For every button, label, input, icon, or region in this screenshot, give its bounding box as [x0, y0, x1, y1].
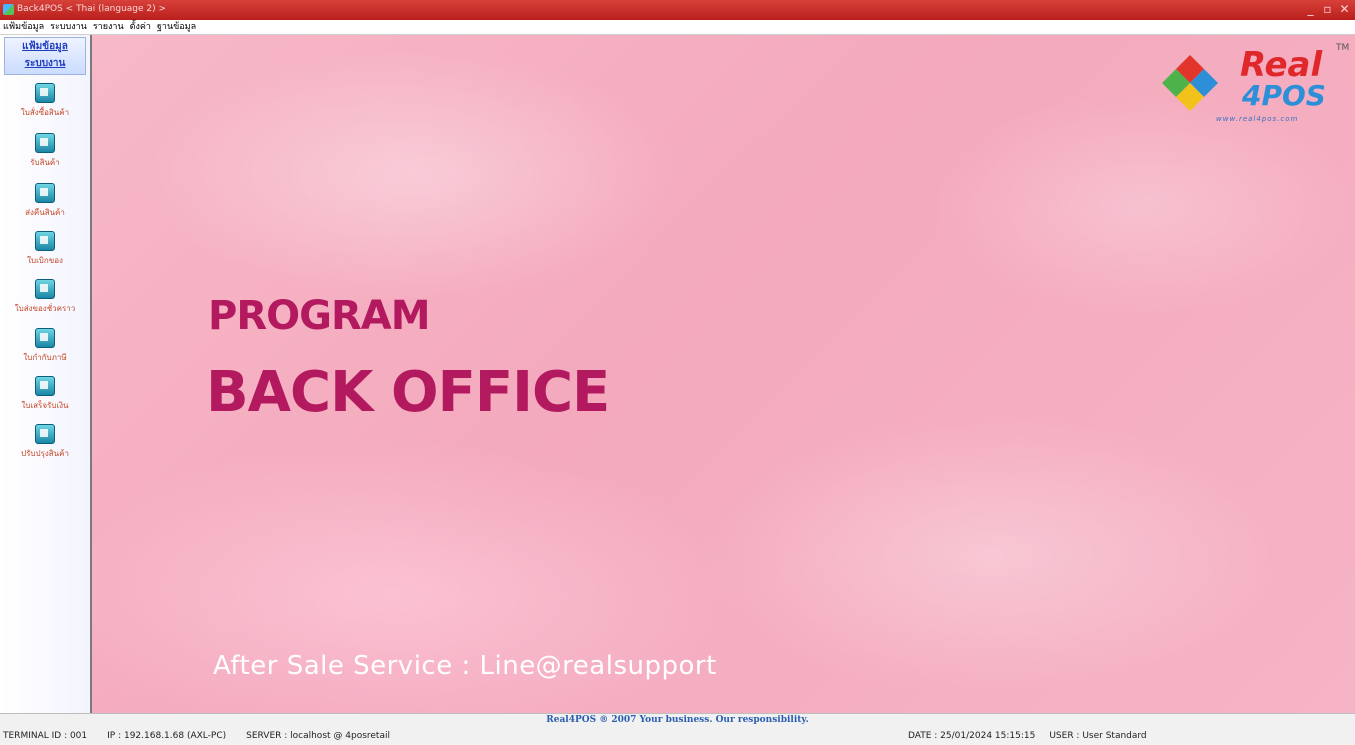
- close-icon[interactable]: ✕: [1338, 3, 1351, 16]
- menu-report[interactable]: รายงาน: [90, 20, 127, 34]
- menu-settings[interactable]: ตั้งค่า: [127, 20, 154, 34]
- menu-system[interactable]: ระบบงาน: [47, 20, 90, 34]
- requisition-icon: [35, 231, 55, 251]
- delivery-person-icon: [35, 279, 55, 299]
- sidebar-item-label: ปรับปรุงสินค้า: [21, 449, 69, 458]
- status-copyright: Real4POS ® 2007 Your business. Our respo…: [546, 715, 809, 725]
- title-bar: Back4POS < Thai (language 2) > _ ▫ ✕: [0, 0, 1355, 20]
- sidebar: แฟ้มข้อมูล ระบบงาน ใบสั่งซื้อสินค้า รับส…: [0, 35, 92, 713]
- sidebar-item-label: ใบส่งของชั่วคราว: [14, 304, 76, 313]
- sidebar-tab-system[interactable]: ระบบงาน: [5, 55, 85, 72]
- status-terminal: TERMINAL ID : 001: [3, 731, 88, 741]
- return-goods-icon: [35, 183, 55, 203]
- status-user: USER : User Standard: [1049, 731, 1147, 741]
- status-date: DATE : 25/01/2024 15:15:15: [908, 731, 1036, 741]
- sidebar-item-label: ใบเสร็จรับเงิน: [21, 401, 69, 410]
- status-server: SERVER : localhost @ 4posretail: [246, 731, 390, 741]
- status-ip: IP : 192.168.1.68 (AXL-PC): [107, 731, 227, 741]
- receipt-icon: [35, 376, 55, 396]
- sidebar-item-requisition[interactable]: ใบเบิกของ: [0, 231, 90, 277]
- sidebar-item-label: ใบกำกับภาษี: [23, 353, 67, 362]
- sidebar-item-receive-goods[interactable]: รับสินค้า: [0, 133, 90, 179]
- logo-4pos-text: 4POS: [1242, 79, 1326, 112]
- diamond-logo-icon: [1162, 55, 1218, 111]
- adjust-stock-icon: [35, 424, 55, 444]
- sidebar-item-adjust-stock[interactable]: ปรับปรุงสินค้า: [0, 424, 90, 470]
- sidebar-item-label: ส่งคืนสินค้า: [25, 208, 65, 217]
- menu-file[interactable]: แฟ้มข้อมูล: [0, 20, 47, 34]
- window-controls: _ ▫ ✕: [1304, 3, 1351, 16]
- window-title: Back4POS < Thai (language 2) >: [17, 4, 167, 14]
- maximize-icon[interactable]: ▫: [1321, 3, 1334, 16]
- status-bar: Real4POS ® 2007 Your business. Our respo…: [0, 713, 1355, 745]
- sidebar-item-receipt[interactable]: ใบเสร็จรับเงิน: [0, 376, 90, 422]
- menu-database[interactable]: ฐานข้อมูล: [154, 20, 199, 34]
- real4pos-logo: Real TM 4POS www.real4pos.com: [1160, 43, 1350, 127]
- document-icon: [35, 83, 55, 103]
- status-left-group: TERMINAL ID : 001 IP : 192.168.1.68 (AXL…: [3, 731, 390, 741]
- service-text: After Sale Service : Line@realsupport: [213, 651, 717, 681]
- receive-goods-icon: [35, 133, 55, 153]
- sidebar-item-label: ใบสั่งซื้อสินค้า: [20, 108, 70, 117]
- minimize-icon[interactable]: _: [1304, 3, 1317, 16]
- sidebar-item-return-goods[interactable]: ส่งคืนสินค้า: [0, 183, 90, 229]
- app-icon: [3, 4, 14, 15]
- headline-program: PROGRAM: [208, 293, 431, 339]
- sidebar-item-label: ใบเบิกของ: [27, 256, 63, 265]
- logo-tm: TM: [1336, 43, 1350, 53]
- sidebar-item-purchase-order[interactable]: ใบสั่งซื้อสินค้า: [0, 83, 90, 129]
- menu-bar: แฟ้มข้อมูล ระบบงาน รายงาน ตั้งค่า ฐานข้อ…: [0, 20, 1355, 35]
- sidebar-tab-file[interactable]: แฟ้มข้อมูล: [5, 38, 85, 55]
- main-background: Real TM 4POS www.real4pos.com PROGRAM BA…: [92, 35, 1355, 713]
- sidebar-item-label: รับสินค้า: [30, 158, 60, 167]
- sidebar-item-tax-invoice[interactable]: ใบกำกับภาษี: [0, 328, 90, 374]
- status-right-group: DATE : 25/01/2024 15:15:15 USER : User S…: [908, 731, 1147, 741]
- sidebar-header: แฟ้มข้อมูล ระบบงาน: [4, 37, 86, 75]
- logo-website: www.real4pos.com: [1216, 115, 1299, 123]
- tax-invoice-icon: [35, 328, 55, 348]
- headline-back-office: BACK OFFICE: [206, 360, 610, 425]
- sidebar-item-temp-delivery[interactable]: ใบส่งของชั่วคราว: [0, 279, 90, 325]
